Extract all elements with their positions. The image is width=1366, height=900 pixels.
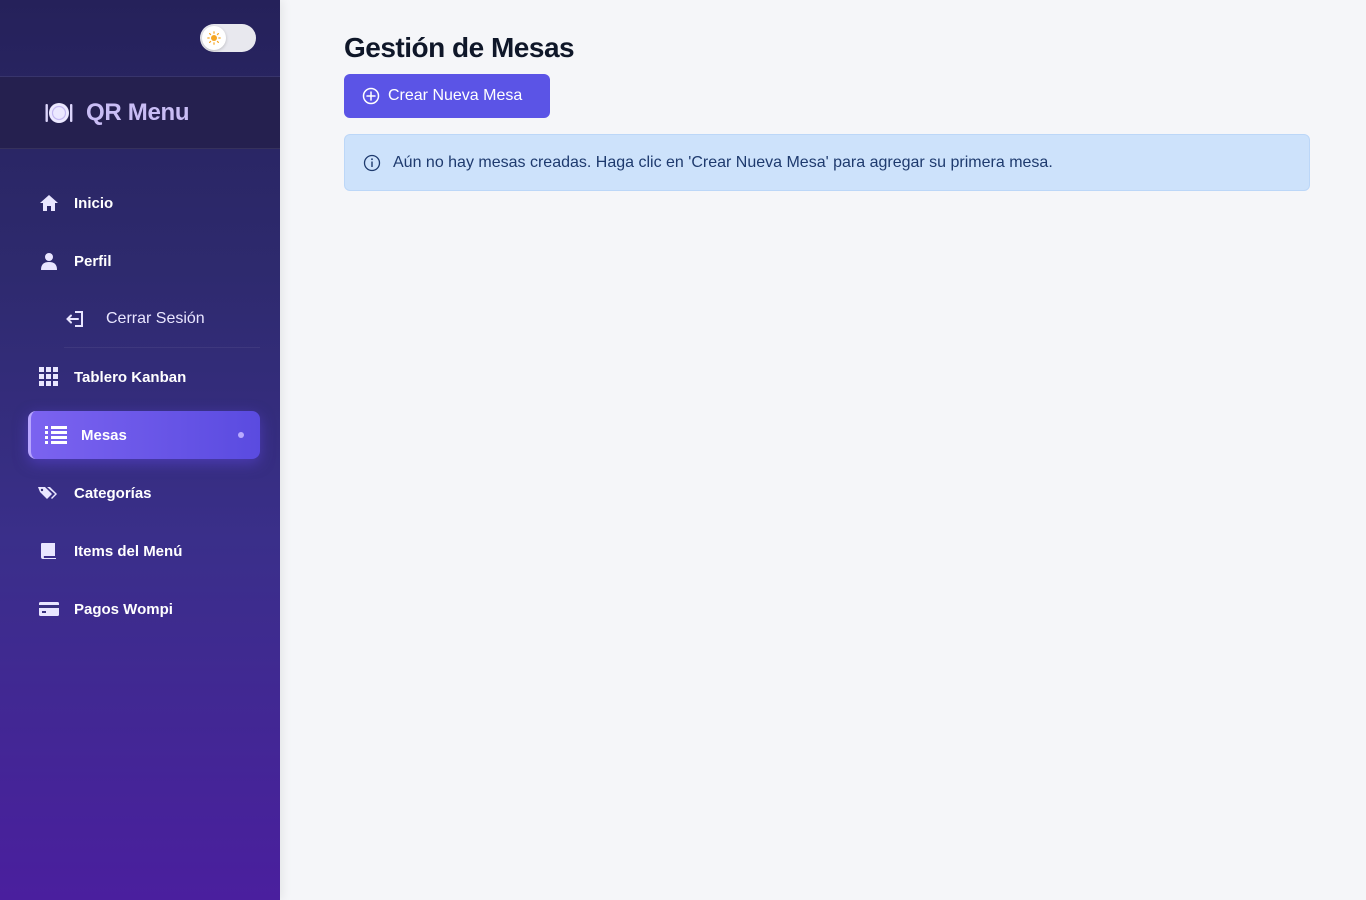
list-icon xyxy=(45,424,67,446)
plate-utensils-icon xyxy=(45,102,73,123)
book-icon xyxy=(38,540,60,562)
theme-toggle-row xyxy=(0,0,280,77)
grid-icon xyxy=(38,366,60,388)
tags-icon xyxy=(38,482,60,504)
sidebar: QR Menu Inicio Perfil Cerrar Sesión Tabl… xyxy=(0,0,280,900)
create-table-button[interactable]: Crear Nueva Mesa xyxy=(344,74,550,118)
page-title: Gestión de Mesas xyxy=(344,32,575,63)
sidebar-item-cerrar-sesion[interactable]: Cerrar Sesión xyxy=(28,295,260,348)
main-content: Gestión de Mesas Crear Nueva Mesa Aún no… xyxy=(344,30,1310,191)
sidebar-item-items-del-menu[interactable]: Items del Menú xyxy=(28,527,260,575)
brand[interactable]: QR Menu xyxy=(0,77,280,149)
sidebar-item-label: Mesas xyxy=(81,426,127,444)
info-alert-text: Aún no hay mesas creadas. Haga clic en '… xyxy=(393,153,1053,171)
sidebar-item-label: Perfil xyxy=(74,252,112,270)
sidebar-item-inicio[interactable]: Inicio xyxy=(28,179,260,227)
sun-icon xyxy=(207,31,221,45)
sidebar-item-mesas[interactable]: Mesas xyxy=(28,411,260,459)
sidebar-item-categorias[interactable]: Categorías xyxy=(28,469,260,517)
info-icon xyxy=(363,154,381,171)
theme-toggle[interactable] xyxy=(200,24,256,52)
sidebar-item-label: Inicio xyxy=(74,194,114,212)
sidebar-item-label: Categorías xyxy=(74,484,152,502)
sidebar-item-pagos-wompi[interactable]: Pagos Wompi xyxy=(28,585,260,633)
sidebar-item-tablero-kanban[interactable]: Tablero Kanban xyxy=(28,353,260,401)
home-icon xyxy=(38,192,60,214)
info-alert: Aún no hay mesas creadas. Haga clic en '… xyxy=(344,134,1310,191)
plus-circle-icon xyxy=(362,87,380,105)
active-indicator-dot xyxy=(238,432,244,438)
user-icon xyxy=(38,250,60,272)
credit-card-icon xyxy=(38,598,60,620)
brand-title: QR Menu xyxy=(86,98,190,126)
toggle-knob xyxy=(202,26,226,50)
sidebar-item-perfil[interactable]: Perfil xyxy=(28,237,260,285)
create-table-button-label: Crear Nueva Mesa xyxy=(388,87,523,104)
sidebar-item-label: Items del Menú xyxy=(74,542,183,560)
sidebar-nav: Inicio Perfil Cerrar Sesión Tablero Kanb… xyxy=(0,149,280,633)
sidebar-item-label: Tablero Kanban xyxy=(74,368,187,386)
logout-icon xyxy=(64,308,86,330)
sidebar-item-label: Pagos Wompi xyxy=(74,600,173,618)
sidebar-item-label: Cerrar Sesión xyxy=(106,310,205,327)
